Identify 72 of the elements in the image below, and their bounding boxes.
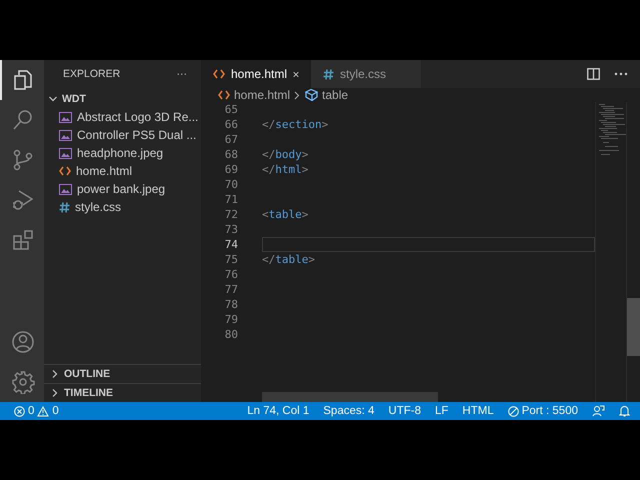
line-number: 79 (224, 313, 238, 326)
line-number: 76 (224, 268, 238, 281)
hash-icon (59, 202, 70, 212)
scrollbar-thumb[interactable] (627, 298, 640, 356)
account-icon[interactable] (11, 330, 35, 354)
bell-icon[interactable] (619, 405, 630, 417)
code-line: <table> (262, 207, 310, 222)
horizontal-scrollbar-thumb[interactable] (262, 392, 438, 402)
status-item[interactable]: HTML (462, 405, 494, 417)
line-number: 71 (224, 193, 238, 206)
line-number: 75 (224, 253, 238, 266)
run-debug-icon[interactable] (11, 188, 35, 212)
prohibited-icon (508, 406, 519, 416)
image-file-icon (59, 112, 72, 122)
line-number: 67 (224, 133, 238, 146)
image-file-icon (59, 148, 72, 158)
code-brackets-icon (218, 90, 230, 100)
warning-count[interactable]: 0 (52, 405, 59, 417)
file-name[interactable]: style.css (75, 200, 122, 214)
line-number: 73 (224, 223, 238, 236)
line-number: 70 (224, 178, 238, 191)
close-icon[interactable] (293, 70, 299, 78)
code-line: </section> (262, 117, 330, 132)
chevron-icon (294, 90, 300, 100)
line-number: 80 (224, 328, 238, 341)
file-name[interactable]: home.html (76, 164, 132, 178)
editor-tab[interactable]: style.css (311, 60, 421, 88)
error-count[interactable]: 0 (28, 405, 34, 417)
line-number: 65 (224, 103, 238, 116)
image-file-icon (59, 184, 72, 194)
line-number: 74 (224, 238, 238, 251)
code-line: </html> (262, 162, 310, 177)
status-item[interactable]: Ln 74, Col 1 (247, 405, 310, 417)
image-file-icon (59, 130, 72, 140)
chevron-icon[interactable] (48, 94, 58, 104)
panel-title[interactable]: TIMELINE (64, 387, 113, 399)
source-control-icon[interactable] (11, 148, 35, 172)
status-item[interactable]: Spaces: 4 (323, 405, 374, 417)
warning-icon (37, 406, 50, 416)
status-item[interactable]: LF (435, 405, 448, 417)
file-name[interactable]: headphone.jpeg (77, 146, 164, 160)
code-line: </body> (262, 147, 310, 162)
cube-icon (304, 89, 318, 101)
breadcrumb-item[interactable]: home.html (234, 88, 290, 102)
extensions-icon[interactable] (11, 228, 35, 252)
code-line: </table> (262, 252, 316, 267)
editor-tab[interactable]: home.html (201, 60, 311, 88)
panel-title[interactable]: OUTLINE (64, 368, 110, 380)
port-status[interactable]: Port : 5500 (522, 405, 578, 417)
hash-icon (323, 68, 334, 80)
settings-icon[interactable] (11, 370, 35, 394)
more-icon[interactable] (614, 72, 628, 76)
split-editor-icon[interactable] (587, 68, 600, 80)
folder-name[interactable]: WDT (62, 93, 86, 105)
breadcrumb-item[interactable]: table (322, 88, 348, 102)
minimap[interactable] (595, 102, 626, 402)
sidebar-title: EXPLORER (63, 68, 120, 80)
line-number: 69 (224, 163, 238, 176)
line-number: 77 (224, 283, 238, 296)
more-actions[interactable]: ··· (176, 68, 187, 80)
line-number: 72 (224, 208, 238, 221)
file-name[interactable]: Controller PS5 Dual ... (77, 128, 196, 142)
error-icon (14, 406, 25, 416)
code-brackets-icon (213, 69, 225, 79)
status-item[interactable]: UTF-8 (388, 405, 421, 417)
line-number: 68 (224, 148, 238, 161)
file-name[interactable]: Abstract Logo 3D Re... (77, 110, 198, 124)
feedback-icon[interactable] (592, 405, 605, 417)
code-brackets-icon (59, 166, 71, 176)
line-number: 78 (224, 298, 238, 311)
file-name[interactable]: power bank.jpeg (77, 182, 166, 196)
line-number: 66 (224, 118, 238, 131)
